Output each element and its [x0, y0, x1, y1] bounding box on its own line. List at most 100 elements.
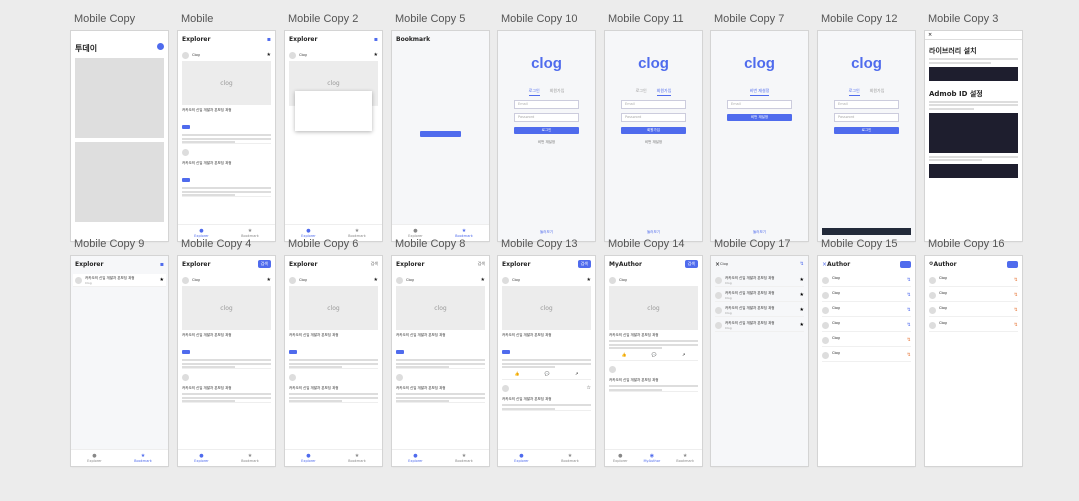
list-item[interactable]: 카카오의 신입 개발자 온보딩 과정 Clog ★ — [715, 304, 804, 317]
post-card[interactable]: 카카오의 신입 개발자 온보딩 과정 — [396, 371, 485, 403]
tab-bookmark[interactable]: ★ Bookmark — [134, 453, 152, 463]
share-icon[interactable]: ↗ — [682, 352, 685, 357]
password-field[interactable]: Password — [834, 113, 899, 122]
follow-icon[interactable]: ↯ — [1014, 277, 1018, 283]
like-icon[interactable]: 👍 — [515, 371, 520, 376]
post-card[interactable]: Clog ★ clog 카카오의 신입 개발자 온보딩 과정 — [182, 49, 271, 144]
list-item[interactable]: Clog ↯ — [822, 289, 911, 302]
feature-card[interactable] — [75, 142, 164, 222]
reset-button[interactable]: 비번 재설정 — [727, 114, 792, 121]
list-item[interactable]: Clog ↯ — [929, 304, 1018, 317]
tab-explorer[interactable]: ● Explorer — [514, 453, 529, 463]
post-card[interactable]: Clog clog 카카오의 신입 개발자 온보딩 과정 👍 💬 ↗ — [609, 274, 698, 361]
tab-explorer[interactable]: ● Explorer — [301, 453, 316, 463]
post-card[interactable]: 카카오의 신입 개발자 온보딩 과정 — [182, 146, 271, 197]
search-link[interactable]: 검색 — [371, 261, 378, 267]
search-button[interactable]: 검색 — [684, 260, 698, 268]
tab-signup[interactable]: 회원가입 — [870, 88, 885, 96]
login-button[interactable]: 로그인 — [514, 127, 579, 134]
star-icon[interactable]: ★ — [374, 277, 378, 283]
star-icon[interactable]: ★ — [160, 277, 164, 283]
star-icon[interactable]: ★ — [800, 292, 804, 298]
email-field[interactable]: Email — [834, 100, 899, 109]
follow-icon[interactable]: ↯ — [800, 261, 804, 267]
tab-explorer[interactable]: ● Explorer — [87, 453, 102, 463]
list-item[interactable]: Clog ↯ — [929, 319, 1018, 332]
follow-icon[interactable]: ↯ — [907, 277, 911, 283]
tab-bookmark[interactable]: ★ Bookmark — [455, 453, 473, 463]
follow-icon[interactable]: ↯ — [1014, 322, 1018, 328]
list-item[interactable]: 카카오의 신입 개발자 온보딩 과정 Clog ★ — [73, 274, 166, 287]
follow-icon[interactable]: ↯ — [907, 352, 911, 358]
post-card[interactable]: 카카오의 신입 개발자 온보딩 과정 — [289, 371, 378, 403]
tab-explorer[interactable]: ● Explorer — [194, 228, 209, 238]
signup-button[interactable]: 회원가입 — [621, 127, 686, 134]
follow-icon[interactable]: ↯ — [907, 307, 911, 313]
browse-link[interactable]: 둘러보기 — [605, 230, 702, 235]
add-author-button[interactable] — [899, 260, 911, 268]
star-icon[interactable]: ☆ — [587, 385, 591, 391]
post-card[interactable]: Clog ★ clog 카카오의 신입 개발자 온보딩 과정 — [396, 274, 485, 369]
list-item[interactable]: Clog ↯ — [929, 289, 1018, 302]
tab-explorer[interactable]: ● Explorer — [408, 453, 423, 463]
browse-link[interactable]: 둘러보기 — [711, 230, 808, 235]
password-field[interactable]: Password — [621, 113, 686, 122]
list-item[interactable]: Clog ↯ — [822, 334, 911, 347]
password-reset-link[interactable]: 비번 재설정 — [605, 140, 702, 145]
post-card[interactable]: 카카오의 신입 개발자 온보딩 과정 — [609, 363, 698, 392]
email-field[interactable]: Email — [514, 100, 579, 109]
star-icon[interactable]: ★ — [800, 277, 804, 283]
tab-reset[interactable]: 비번 재설정 — [749, 88, 770, 96]
list-item[interactable]: Clog ↯ — [822, 319, 911, 332]
follow-icon[interactable]: ↯ — [1014, 307, 1018, 313]
post-card[interactable]: Clog ★ clog 카카오의 신입 개발자 온보딩 과정 — [182, 274, 271, 369]
comment-icon[interactable]: 💬 — [652, 352, 657, 357]
tab-login[interactable]: 로그인 — [528, 88, 540, 96]
list-item[interactable]: Clog ↯ — [929, 274, 1018, 287]
post-card[interactable]: 카카오의 신입 개발자 온보딩 과정 — [182, 371, 271, 403]
follow-icon[interactable]: ↯ — [907, 292, 911, 298]
avatar[interactable] — [157, 43, 164, 50]
close-icon[interactable]: × — [925, 31, 1022, 40]
search-button[interactable]: 검색 — [257, 260, 271, 268]
follow-icon[interactable]: ↯ — [907, 337, 911, 343]
star-icon[interactable]: ★ — [267, 277, 271, 283]
star-icon[interactable]: ★ — [267, 52, 271, 58]
star-icon[interactable]: ★ — [481, 277, 485, 283]
dialog-ok-button[interactable] — [352, 117, 354, 121]
tab-bookmark[interactable]: ★ Bookmark — [676, 453, 694, 463]
feature-card[interactable] — [75, 58, 164, 138]
like-icon[interactable]: 👍 — [622, 352, 627, 357]
tab-explorer[interactable]: ● Explorer — [613, 453, 628, 463]
filter-icon[interactable]: ▪ — [267, 36, 271, 43]
tab-bookmark[interactable]: ★ Bookmark — [348, 228, 366, 238]
star-icon[interactable]: ★ — [800, 322, 804, 328]
password-field[interactable]: Password — [514, 113, 579, 122]
tab-login[interactable]: 로그인 — [848, 88, 860, 96]
save-button[interactable] — [1006, 260, 1018, 268]
tab-signup[interactable]: 회원가입 — [550, 88, 565, 96]
post-card[interactable]: Clog ★ clog 카카오의 신입 개발자 온보딩 과정 — [289, 274, 378, 369]
email-field[interactable]: Email — [621, 100, 686, 109]
star-icon[interactable]: ★ — [374, 52, 378, 58]
tab-explorer[interactable]: ● Explorer — [301, 228, 316, 238]
tab-bookmark[interactable]: ★ Bookmark — [241, 228, 259, 238]
post-card[interactable]: Clog ★ clog 카카오의 신입 개발자 온보딩 과정 👍 💬 ↗ — [502, 274, 591, 380]
follow-icon[interactable]: ↯ — [907, 322, 911, 328]
browse-link[interactable]: 둘러보기 — [498, 230, 595, 235]
share-icon[interactable]: ↗ — [575, 371, 578, 376]
login-button[interactable] — [420, 131, 461, 137]
search-link[interactable]: 검색 — [478, 261, 485, 267]
list-item[interactable]: 카카오의 신입 개발자 온보딩 과정 Clog ★ — [715, 289, 804, 302]
list-item[interactable]: Clog ↯ — [822, 349, 911, 362]
tab-login[interactable]: 로그인 — [636, 88, 647, 96]
star-icon[interactable]: ★ — [587, 277, 591, 283]
tab-explorer[interactable]: ● Explorer — [194, 453, 209, 463]
tab-myauthor[interactable]: ◉ MyAuthor — [643, 453, 660, 463]
email-field[interactable]: Email — [727, 100, 792, 109]
comment-icon[interactable]: 💬 — [545, 371, 550, 376]
star-icon[interactable]: ★ — [800, 307, 804, 313]
follow-icon[interactable]: ↯ — [1014, 292, 1018, 298]
filter-icon[interactable]: ▪ — [160, 261, 164, 268]
list-item[interactable]: 카카오의 신입 개발자 온보딩 과정 Clog ★ — [715, 274, 804, 287]
